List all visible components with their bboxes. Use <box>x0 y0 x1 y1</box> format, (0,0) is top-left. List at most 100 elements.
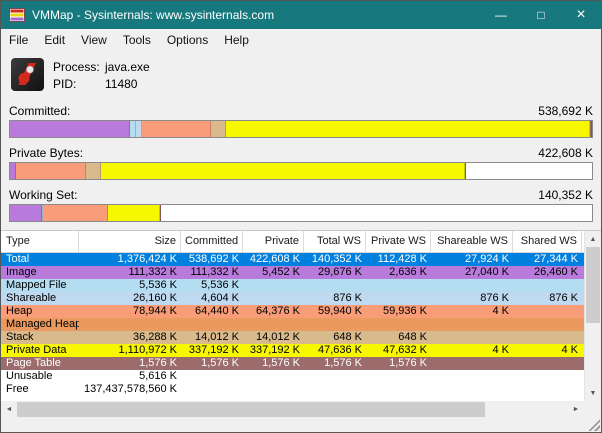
table-row-heap[interactable]: Heap78,944 K64,440 K64,376 K59,940 K59,9… <box>1 305 584 318</box>
horizontal-scrollbar[interactable]: ◄ ► <box>1 401 584 418</box>
table-area: TypeSizeCommittedPrivateTotal WSPrivate … <box>1 230 601 401</box>
table-cell <box>304 370 366 383</box>
process-label: Process: <box>53 60 105 74</box>
bar-segment-heap <box>142 121 212 137</box>
menubar: FileEditViewToolsOptionsHelp <box>1 29 601 51</box>
table-row-image[interactable]: Image111,332 K111,332 K5,452 K29,676 K2,… <box>1 266 584 279</box>
menu-item-view[interactable]: View <box>73 29 115 51</box>
table-cell: 876 K <box>513 292 582 305</box>
table-cell: 112,428 K <box>366 253 431 266</box>
table-cell <box>366 318 431 331</box>
menu-item-options[interactable]: Options <box>159 29 216 51</box>
table-cell: 337,192 K <box>181 344 243 357</box>
table-cell <box>513 305 582 318</box>
table-cell: 64,376 K <box>243 305 304 318</box>
maximize-button[interactable]: □ <box>521 1 561 29</box>
column-header-private-ws[interactable]: Private WS <box>366 231 431 252</box>
table-row-private-data[interactable]: Private Data1,110,972 K337,192 K337,192 … <box>1 344 584 357</box>
table-cell: 4 K <box>431 305 513 318</box>
table-cell: 648 K <box>304 331 366 344</box>
bar-value: 140,352 K <box>538 188 593 202</box>
column-header-shareable-ws[interactable]: Shareable WS <box>431 231 513 252</box>
vertical-scroll-thumb[interactable] <box>586 247 600 323</box>
table-cell: 47,632 K <box>366 344 431 357</box>
table-cell <box>513 357 582 370</box>
vertical-scrollbar[interactable]: ▲ ▼ <box>584 231 601 401</box>
table-cell: 4,604 K <box>181 292 243 305</box>
table-cell: 4 K <box>513 344 582 357</box>
window-title: VMMap - Sysinternals: www.sysinternals.c… <box>32 8 481 22</box>
process-icon <box>11 58 44 91</box>
bar-label: Private Bytes: <box>9 146 83 160</box>
horizontal-scroll-track[interactable] <box>17 401 568 418</box>
table-cell <box>431 357 513 370</box>
menu-item-help[interactable]: Help <box>216 29 257 51</box>
vmmap-app-icon <box>9 8 25 22</box>
table-cell: 538,692 K <box>181 253 243 266</box>
table-cell <box>243 292 304 305</box>
close-button[interactable]: × <box>561 1 601 29</box>
table-row-free[interactable]: Free137,437,578,560 K <box>1 383 584 396</box>
column-header-type[interactable]: Type <box>1 231 79 252</box>
pid-label: PID: <box>53 77 105 91</box>
bottom-strip <box>1 418 601 432</box>
table-cell: Unusable <box>1 370 79 383</box>
table-row-page-table[interactable]: Page Table1,576 K1,576 K1,576 K1,576 K1,… <box>1 357 584 370</box>
table-cell: 1,110,972 K <box>79 344 181 357</box>
table-row-shareable[interactable]: Shareable26,160 K4,604 K876 K876 K876 K <box>1 292 584 305</box>
table-cell: 2,636 K <box>366 266 431 279</box>
table-cell: Free <box>1 383 79 396</box>
column-header-committed[interactable]: Committed <box>181 231 243 252</box>
menu-item-file[interactable]: File <box>1 29 36 51</box>
table-cell: Image <box>1 266 79 279</box>
table-cell <box>513 370 582 383</box>
table-cell: 47,636 K <box>304 344 366 357</box>
table-cell: Heap <box>1 305 79 318</box>
menu-item-edit[interactable]: Edit <box>36 29 73 51</box>
scroll-right-icon[interactable]: ► <box>568 401 584 418</box>
table-row-unusable[interactable]: Unusable5,616 K <box>1 370 584 383</box>
column-header-size[interactable]: Size <box>79 231 181 252</box>
table-row-total[interactable]: Total1,376,424 K538,692 K422,608 K140,35… <box>1 253 584 266</box>
column-header-private[interactable]: Private <box>243 231 304 252</box>
table-cell: 26,460 K <box>513 266 582 279</box>
bar-section-working-set: Working Set:140,352 K <box>9 186 593 222</box>
table-cell <box>181 370 243 383</box>
table-cell <box>366 292 431 305</box>
vertical-scroll-track[interactable] <box>585 247 601 385</box>
table-cell: 59,940 K <box>304 305 366 318</box>
table-row-stack[interactable]: Stack36,288 K14,012 K14,012 K648 K648 K <box>1 331 584 344</box>
menu-item-tools[interactable]: Tools <box>115 29 159 51</box>
pid-value: 11480 <box>105 77 150 91</box>
process-name: java.exe <box>105 60 150 74</box>
scroll-left-icon[interactable]: ◄ <box>1 401 17 418</box>
table-cell <box>304 318 366 331</box>
table-cell: 648 K <box>366 331 431 344</box>
table-cell: 5,536 K <box>79 279 181 292</box>
table-cell: Mapped File <box>1 279 79 292</box>
column-header-total-ws[interactable]: Total WS <box>304 231 366 252</box>
bar-segment-page-table <box>465 163 467 179</box>
bar-segment-stack <box>211 121 226 137</box>
horizontal-scrollbar-row: ◄ ► <box>1 401 601 418</box>
table-row-mapped-file[interactable]: Mapped File5,536 K5,536 K <box>1 279 584 292</box>
table-cell <box>366 279 431 292</box>
scrollbar-corner <box>584 401 601 418</box>
table-cell: 337,192 K <box>243 344 304 357</box>
table-cell <box>431 279 513 292</box>
bar-segment-page-table <box>160 205 162 221</box>
horizontal-scroll-thumb[interactable] <box>17 402 485 417</box>
table-cell: 1,576 K <box>79 357 181 370</box>
table-cell: 78,944 K <box>79 305 181 318</box>
minimize-button[interactable]: — <box>481 1 521 29</box>
table-row-managed-heap[interactable]: Managed Heap <box>1 318 584 331</box>
table-cell: 111,332 K <box>79 266 181 279</box>
table-cell <box>79 318 181 331</box>
table-cell: 27,344 K <box>513 253 582 266</box>
titlebar[interactable]: VMMap - Sysinternals: www.sysinternals.c… <box>1 1 601 29</box>
resize-grip-icon[interactable] <box>587 418 600 431</box>
column-header-shared-ws[interactable]: Shared WS <box>513 231 582 252</box>
table-cell: 26,160 K <box>79 292 181 305</box>
scroll-down-icon[interactable]: ▼ <box>585 385 601 401</box>
scroll-up-icon[interactable]: ▲ <box>585 231 601 247</box>
